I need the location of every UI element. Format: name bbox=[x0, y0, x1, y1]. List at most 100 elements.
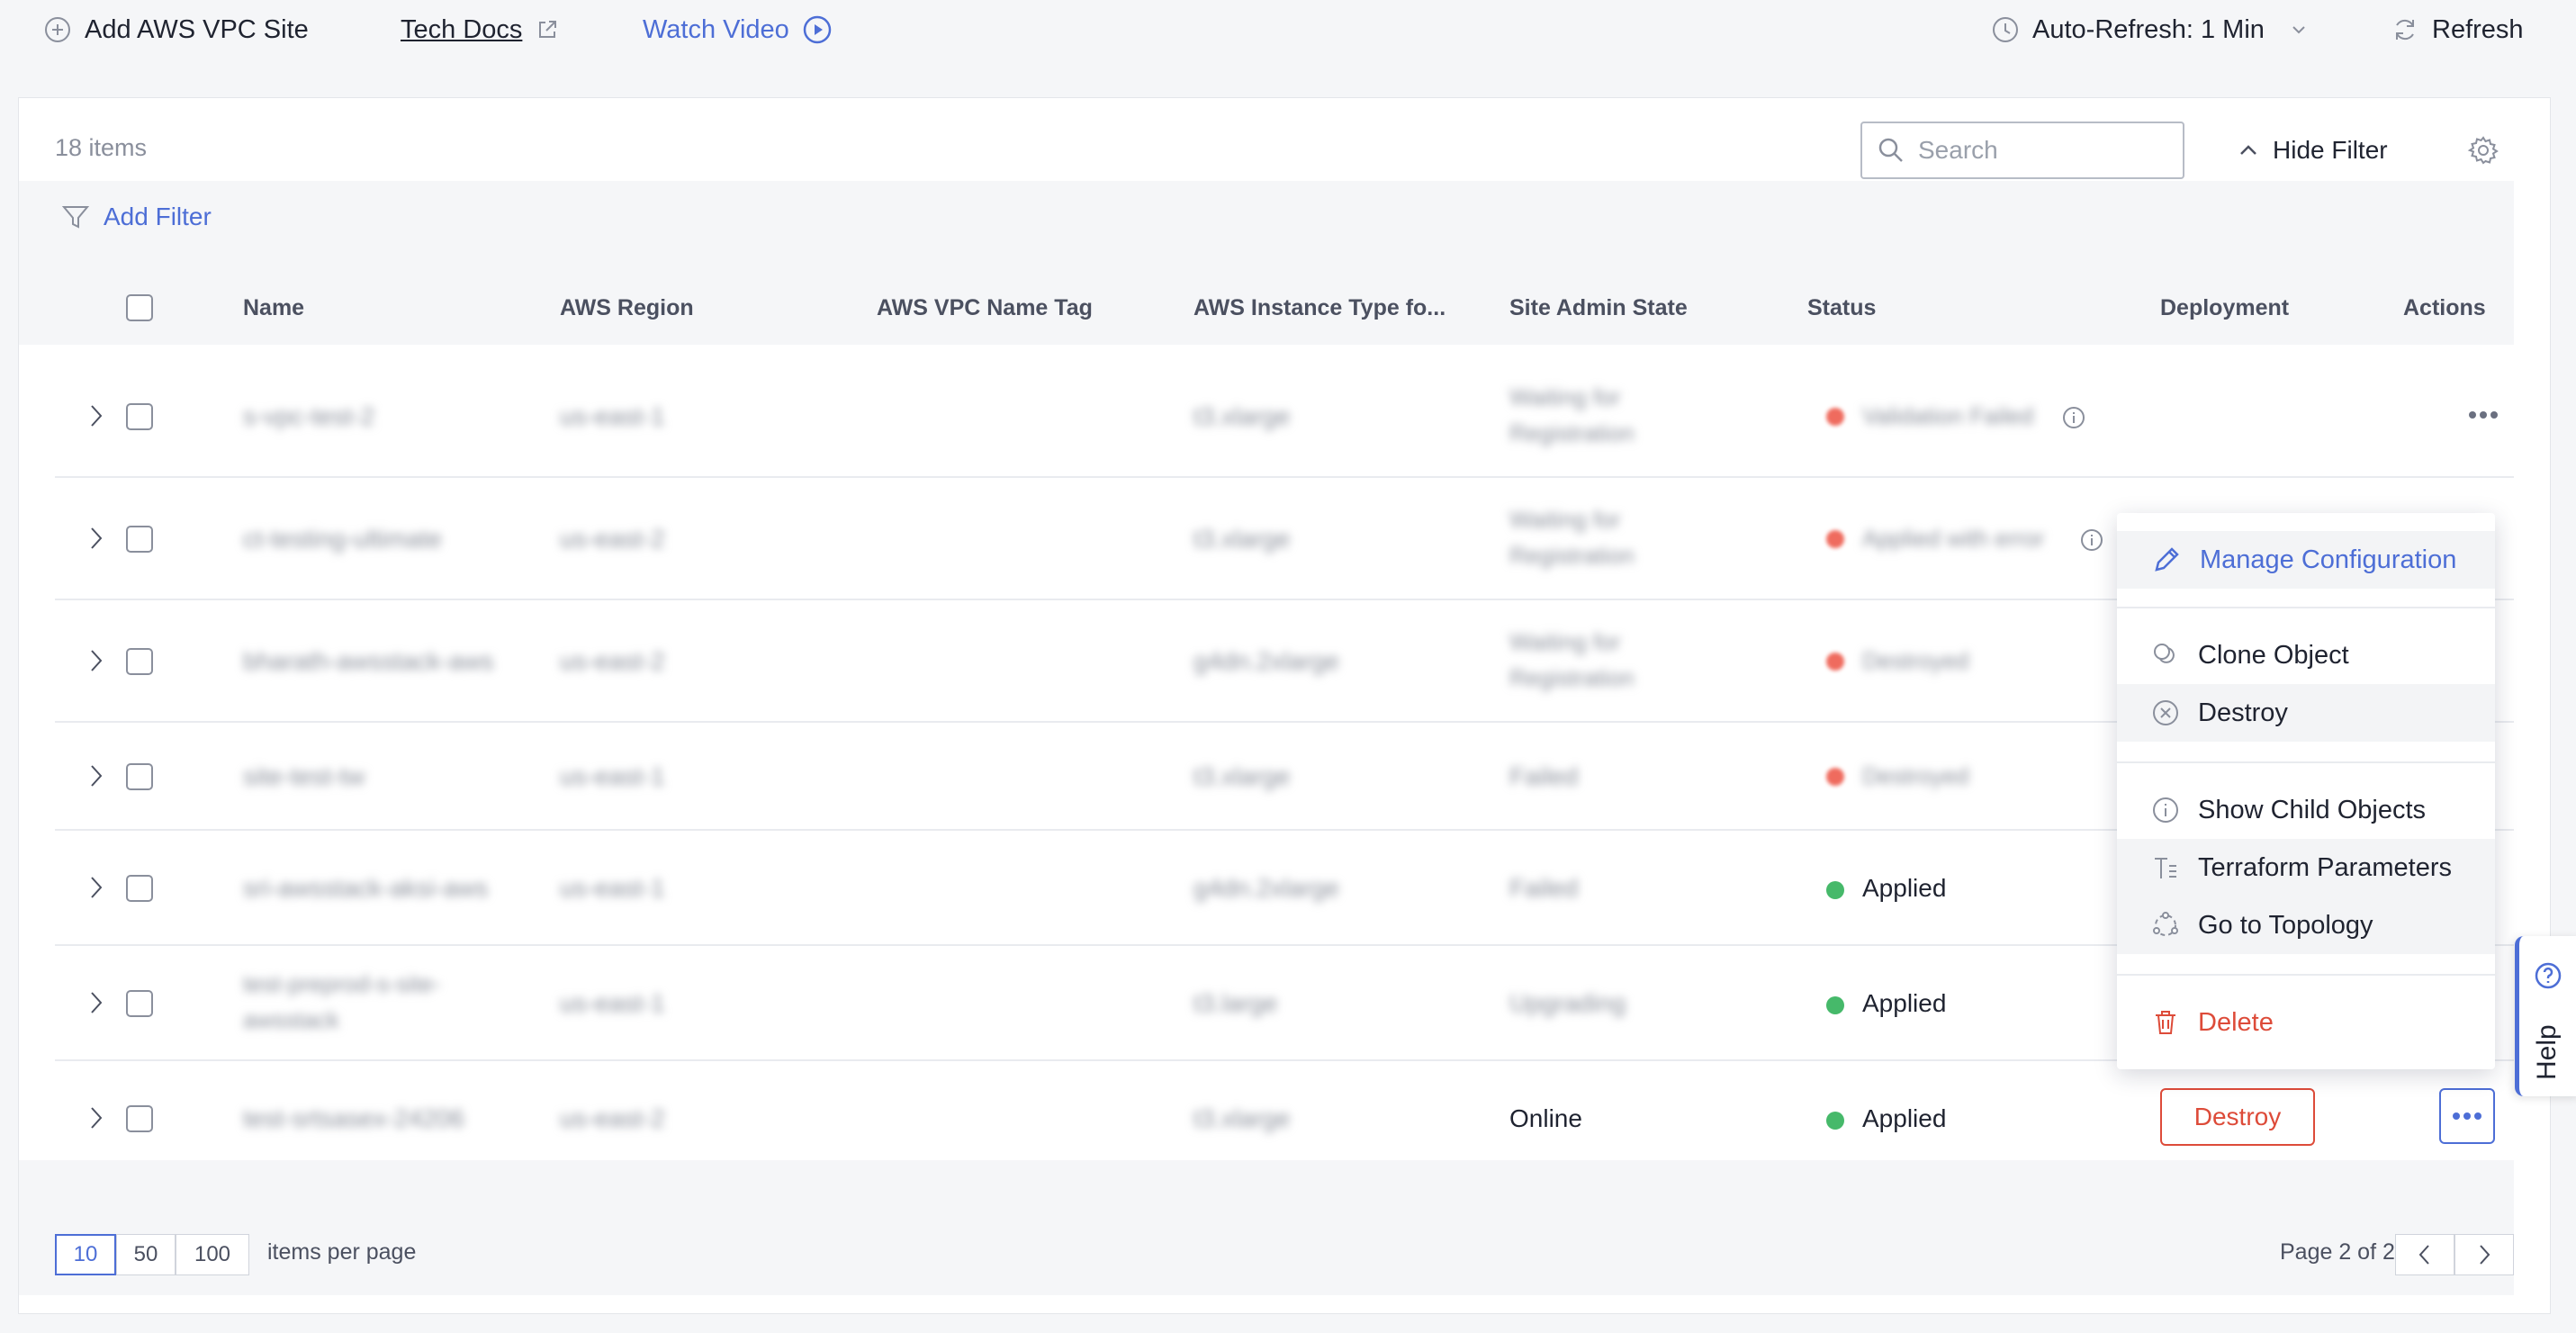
chevron-right-icon bbox=[2476, 1243, 2492, 1266]
column-header-deployment: Deployment bbox=[2160, 295, 2290, 320]
site-admin-state: Online bbox=[1509, 1104, 1582, 1132]
column-header-instance-type[interactable]: AWS Instance Type fo... bbox=[1193, 271, 1446, 345]
menu-divider bbox=[2117, 974, 2495, 976]
status-text: Destroyed bbox=[1862, 647, 1969, 674]
aws-region: us-east-2 bbox=[560, 1104, 665, 1132]
tech-docs-link[interactable]: Tech Docs bbox=[401, 11, 560, 49]
site-name[interactable]: sri-awsstack-aksi-aws bbox=[243, 874, 488, 903]
gear-icon[interactable] bbox=[2467, 134, 2499, 167]
status-text: Applied bbox=[1862, 989, 1947, 1017]
select-all-checkbox[interactable] bbox=[126, 294, 153, 321]
status-dot bbox=[1826, 653, 1844, 671]
column-header-aws-region[interactable]: AWS Region bbox=[560, 271, 694, 345]
menu-item-manage-configuration[interactable]: Manage Configuration bbox=[2117, 531, 2495, 589]
row-checkbox[interactable] bbox=[126, 648, 153, 675]
play-circle-icon bbox=[802, 14, 833, 45]
expand-chevron-icon[interactable] bbox=[89, 1104, 104, 1131]
top-toolbar: Add AWS VPC Site Tech Docs Watch Video A… bbox=[0, 0, 2576, 63]
aws-region: us-east-2 bbox=[560, 525, 665, 553]
expand-chevron-icon[interactable] bbox=[89, 762, 104, 789]
expand-chevron-icon[interactable] bbox=[89, 525, 104, 552]
watch-video-link[interactable]: Watch Video bbox=[643, 11, 833, 49]
menu-item-go-to-topology[interactable]: Go to Topology bbox=[2117, 896, 2495, 954]
items-per-page-label: items per page bbox=[267, 1239, 417, 1265]
instance-type: g4dn.2xlarge bbox=[1193, 647, 1339, 675]
site-name[interactable]: bharath-awsstack-aws bbox=[243, 647, 494, 676]
refresh-icon bbox=[2391, 15, 2419, 44]
column-header-status[interactable]: Status bbox=[1807, 271, 1876, 345]
instance-type: t3.xlarge bbox=[1193, 402, 1291, 430]
menu-label: Manage Configuration bbox=[2200, 545, 2457, 574]
add-site-button[interactable]: Add AWS VPC Site bbox=[43, 11, 309, 49]
status-dot bbox=[1826, 881, 1844, 899]
search-input[interactable]: Search bbox=[1860, 122, 2184, 179]
filter-bar bbox=[19, 181, 2514, 271]
topology-icon bbox=[2151, 911, 2180, 940]
site-name[interactable]: test-preprod-s-site-awsstack bbox=[243, 966, 486, 1038]
auto-refresh-select[interactable]: Auto-Refresh: 1 Min bbox=[1991, 11, 2308, 49]
expand-chevron-icon[interactable] bbox=[89, 989, 104, 1016]
site-admin-state: Failed bbox=[1509, 874, 1579, 902]
row-checkbox[interactable] bbox=[126, 875, 153, 902]
menu-item-terraform-parameters[interactable]: Terraform Parameters bbox=[2117, 839, 2495, 896]
column-header-name[interactable]: Name bbox=[243, 271, 304, 345]
search-icon bbox=[1877, 136, 1905, 165]
row-checkbox[interactable] bbox=[126, 1105, 153, 1132]
status-text: Applied bbox=[1862, 1104, 1947, 1132]
item-count: 18 items bbox=[55, 134, 148, 161]
column-header-vpc-name-tag[interactable]: AWS VPC Name Tag bbox=[877, 271, 1093, 345]
prev-page-button[interactable] bbox=[2395, 1234, 2454, 1275]
per-page-10[interactable]: 10 bbox=[55, 1234, 116, 1275]
add-site-label: Add AWS VPC Site bbox=[85, 14, 309, 44]
per-page-100[interactable]: 100 bbox=[176, 1234, 249, 1275]
row-checkbox[interactable] bbox=[126, 763, 153, 790]
more-actions-icon[interactable] bbox=[2467, 410, 2499, 420]
close-circle-icon bbox=[2151, 698, 2180, 727]
column-header-site-admin-state[interactable]: Site Admin State bbox=[1509, 271, 1688, 345]
menu-label: Show Child Objects bbox=[2198, 795, 2427, 824]
clone-icon bbox=[2151, 641, 2180, 670]
expand-chevron-icon[interactable] bbox=[89, 874, 104, 901]
pencil-icon bbox=[2151, 545, 2182, 575]
site-admin-state: Failed bbox=[1509, 762, 1579, 790]
hide-filter-button[interactable]: Hide Filter bbox=[2237, 131, 2388, 170]
next-page-button[interactable] bbox=[2454, 1234, 2514, 1275]
aws-region: us-east-2 bbox=[560, 647, 665, 675]
status-text: Applied with error bbox=[1862, 525, 2045, 552]
search-placeholder: Search bbox=[1918, 136, 1998, 164]
chevron-down-icon bbox=[2290, 21, 2308, 39]
row-checkbox[interactable] bbox=[126, 990, 153, 1017]
menu-label: Go to Topology bbox=[2198, 910, 2373, 940]
info-icon[interactable] bbox=[2080, 528, 2103, 552]
trash-icon bbox=[2151, 1008, 2180, 1037]
expand-chevron-icon[interactable] bbox=[89, 647, 104, 674]
row-checkbox[interactable] bbox=[126, 526, 153, 553]
add-filter-button[interactable]: Add Filter bbox=[60, 197, 212, 237]
menu-item-show-child-objects[interactable]: Show Child Objects bbox=[2117, 781, 2495, 839]
menu-item-destroy[interactable]: Destroy bbox=[2117, 684, 2495, 742]
site-name[interactable]: ct-testing-ultimate bbox=[243, 525, 442, 554]
auto-refresh-label: Auto-Refresh: 1 Min bbox=[2032, 14, 2265, 44]
menu-item-delete[interactable]: Delete bbox=[2117, 994, 2495, 1051]
site-admin-state: Upgrading bbox=[1509, 989, 1626, 1017]
instance-type: t3.xlarge bbox=[1193, 525, 1291, 553]
status-dot bbox=[1826, 408, 1844, 426]
refresh-button[interactable]: Refresh bbox=[2391, 11, 2524, 49]
menu-item-clone-object[interactable]: Clone Object bbox=[2117, 626, 2495, 684]
row-checkbox[interactable] bbox=[126, 403, 153, 430]
external-link-icon bbox=[535, 17, 560, 42]
info-icon[interactable] bbox=[2062, 406, 2085, 429]
help-tab[interactable]: Help bbox=[2515, 936, 2576, 1096]
terraform-icon bbox=[2151, 853, 2180, 882]
site-name[interactable]: site-test-tw bbox=[243, 762, 365, 791]
expand-chevron-icon[interactable] bbox=[89, 402, 104, 429]
site-name[interactable]: test-srtsasex-24206 bbox=[243, 1104, 464, 1133]
aws-region: us-east-1 bbox=[560, 762, 665, 790]
watch-video-label: Watch Video bbox=[643, 14, 789, 44]
per-page-50[interactable]: 50 bbox=[116, 1234, 176, 1275]
more-actions-button[interactable] bbox=[2439, 1088, 2495, 1144]
chevron-up-icon bbox=[2237, 139, 2260, 162]
site-name[interactable]: s-vpc-test-2 bbox=[243, 402, 374, 431]
site-admin-state: Waiting for Registration bbox=[1509, 506, 1635, 569]
destroy-deployment-button[interactable]: Destroy bbox=[2160, 1088, 2315, 1146]
